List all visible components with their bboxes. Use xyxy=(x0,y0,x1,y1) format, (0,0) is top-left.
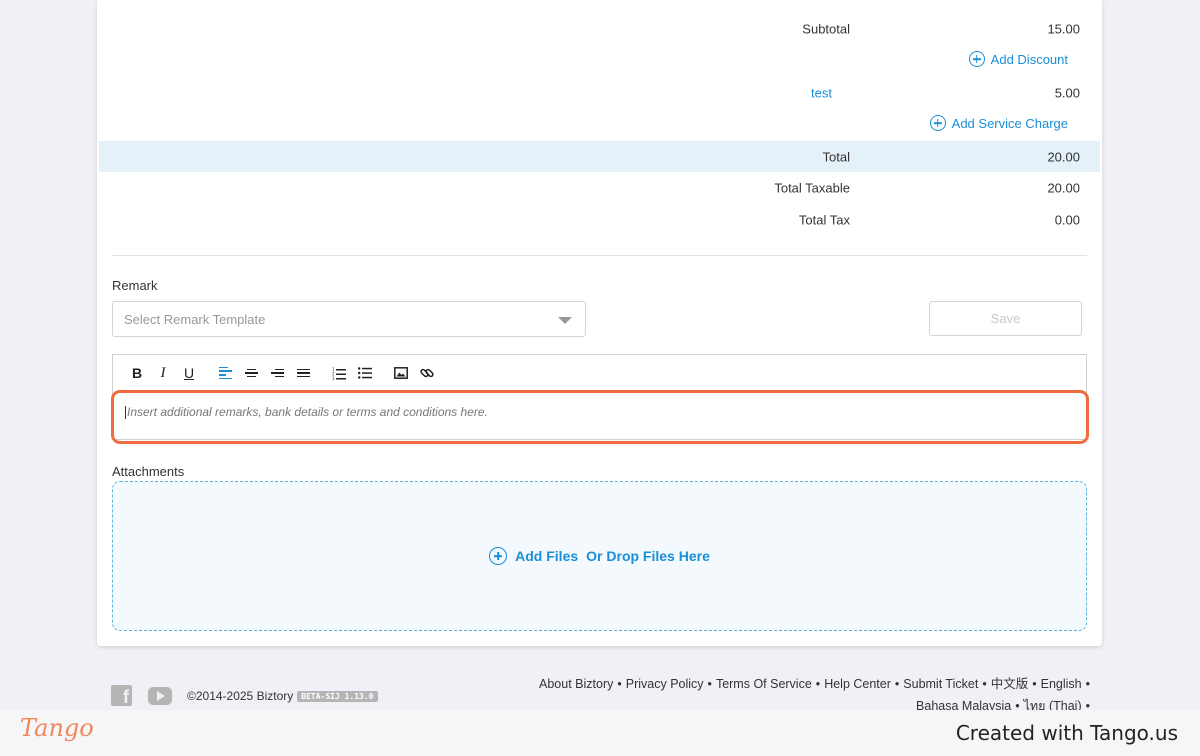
remark-editor: B I U 123 Insert additional remarks, ban… xyxy=(112,354,1087,440)
footer-link-chinese[interactable]: 中文版 xyxy=(991,677,1029,691)
plus-circle-icon xyxy=(489,547,508,565)
svg-text:3: 3 xyxy=(332,376,335,380)
total-tax-row: Total Tax 0.00 xyxy=(99,204,1100,235)
footer-link-submit-ticket[interactable]: Submit Ticket xyxy=(903,677,978,691)
tango-credit: Created with Tango.us xyxy=(955,721,1178,745)
save-button[interactable]: Save xyxy=(929,301,1082,336)
youtube-icon[interactable] xyxy=(148,686,172,705)
remark-template-select[interactable]: Select Remark Template xyxy=(112,301,586,337)
remark-label: Remark xyxy=(112,278,158,293)
align-left-icon[interactable] xyxy=(214,362,236,384)
plus-circle-icon xyxy=(929,115,946,131)
section-divider xyxy=(112,255,1087,256)
remark-editor-input[interactable]: Insert additional remarks, bank details … xyxy=(125,405,488,420)
editor-toolbar: B I U 123 xyxy=(113,355,1086,391)
attachments-dropzone[interactable]: Add Files Or Drop Files Here xyxy=(112,481,1087,631)
total-taxable-label: Total Taxable xyxy=(774,180,850,195)
total-taxable-row: Total Taxable 20.00 xyxy=(99,172,1100,203)
align-center-icon[interactable] xyxy=(240,362,262,384)
add-service-charge-link[interactable]: Add Service Charge xyxy=(929,115,1068,131)
footer-separator: • xyxy=(707,677,712,691)
invoice-card: Subtotal 15.00 Add Discount test 5.00 Ad… xyxy=(97,0,1102,646)
service-charge-row: test 5.00 xyxy=(99,77,1100,108)
link-icon[interactable] xyxy=(416,362,438,384)
add-discount-link[interactable]: Add Discount xyxy=(968,51,1068,67)
ordered-list-icon[interactable]: 123 xyxy=(328,362,350,384)
attachments-label: Attachments xyxy=(112,464,185,479)
total-taxable-value: 20.00 xyxy=(1047,180,1080,195)
subtotal-label: Subtotal xyxy=(802,21,850,36)
add-discount-label: Add Discount xyxy=(990,51,1068,67)
footer-link-help[interactable]: Help Center xyxy=(824,677,891,691)
footer-link-privacy[interactable]: Privacy Policy xyxy=(626,677,704,691)
total-tax-value: 0.00 xyxy=(1054,212,1080,227)
footer-link-english[interactable]: English xyxy=(1041,677,1082,691)
subtotal-row: Subtotal 15.00 xyxy=(99,13,1100,44)
footer-separator: • xyxy=(1032,677,1037,691)
underline-button[interactable]: U xyxy=(178,362,200,384)
align-right-icon[interactable] xyxy=(266,362,288,384)
add-service-charge-label: Add Service Charge xyxy=(951,115,1068,131)
footer-separator: • xyxy=(982,677,987,691)
footer-link-terms[interactable]: Terms Of Service xyxy=(716,677,812,691)
service-charge-value: 5.00 xyxy=(1054,85,1080,100)
remark-template-placeholder: Select Remark Template xyxy=(124,311,266,327)
remark-editor-placeholder: Insert additional remarks, bank details … xyxy=(127,405,488,419)
service-charge-name-link[interactable]: test xyxy=(811,85,832,100)
add-files-label: Add Files xyxy=(515,548,579,564)
subtotal-value: 15.00 xyxy=(1047,21,1080,36)
facebook-icon[interactable]: f xyxy=(111,685,132,706)
total-label: Total xyxy=(822,149,850,164)
align-justify-icon[interactable] xyxy=(292,362,314,384)
footer-separator: • xyxy=(894,677,900,691)
version-badge: BETA-SIJ 1.13.0 xyxy=(297,690,378,702)
plus-circle-icon xyxy=(968,51,985,67)
image-icon[interactable] xyxy=(390,362,412,384)
copyright: ©2014-2025 Biztory BETA-SIJ 1.13.0 xyxy=(187,689,378,703)
italic-button[interactable]: I xyxy=(152,362,174,384)
bullet-list-icon[interactable] xyxy=(354,362,376,384)
text-cursor xyxy=(125,406,126,420)
bold-button[interactable]: B xyxy=(126,362,148,384)
total-tax-label: Total Tax xyxy=(798,212,850,227)
social-links: f xyxy=(111,685,172,706)
total-row: Total 20.00 xyxy=(99,141,1100,172)
footer-separator: • xyxy=(617,677,622,691)
total-value: 20.00 xyxy=(1047,149,1080,164)
footer-separator: • xyxy=(815,677,821,691)
footer-separator: • xyxy=(1085,677,1090,691)
add-files-link[interactable]: Add Files Or Drop Files Here xyxy=(489,547,710,565)
footer-link-about[interactable]: About Biztory xyxy=(539,677,613,691)
chevron-down-icon xyxy=(558,317,572,324)
copyright-text: ©2014-2025 Biztory xyxy=(187,689,294,703)
tango-logo: Tango xyxy=(20,714,94,742)
drop-files-label: Or Drop Files Here xyxy=(586,548,710,564)
